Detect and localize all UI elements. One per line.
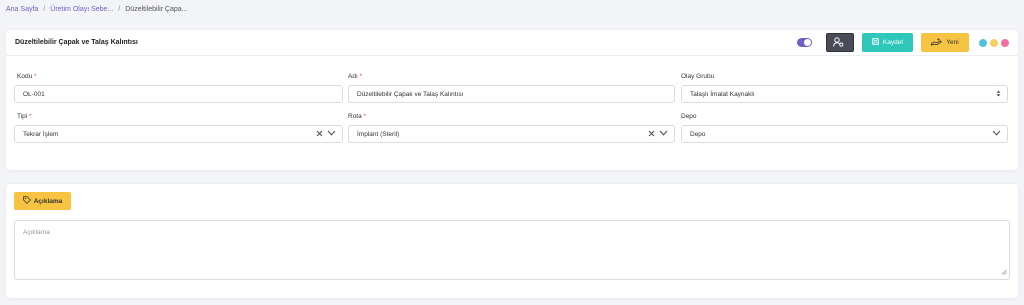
- sort-arrows-icon: [996, 90, 1001, 99]
- tipi-label-text: Tipi: [17, 113, 28, 120]
- depo-select[interactable]: Depo: [681, 125, 1008, 143]
- save-label: Kaydet: [882, 39, 904, 46]
- chevron-down-icon[interactable]: [659, 130, 668, 138]
- required-marker: *: [34, 73, 37, 80]
- adi-input[interactable]: Düzeltilebilir Çapak ve Talaş Kalıntısı: [348, 85, 675, 103]
- new-label: Yeni: [946, 39, 959, 46]
- kodu-label-text: Kodu: [17, 73, 33, 80]
- clear-icon[interactable]: [316, 130, 323, 139]
- pink-dot-button[interactable]: [1001, 39, 1009, 47]
- olay-grubu-label-text: Olay Grubu: [681, 73, 715, 80]
- save-button[interactable]: Kaydet: [862, 33, 913, 52]
- kodu-input[interactable]: OL-001: [14, 85, 343, 103]
- adi-value: Düzeltilebilir Çapak ve Talaş Kalıntısı: [357, 90, 464, 98]
- chevron-down-icon[interactable]: [992, 130, 1001, 138]
- depo-value: Depo: [690, 130, 706, 138]
- floppy-icon: [871, 38, 883, 47]
- breadcrumb-separator: /: [43, 6, 46, 13]
- chevron-down-icon[interactable]: [327, 130, 336, 138]
- form-card: Düzeltilebilir Çapak ve Talaş Kalıntısı: [6, 30, 1018, 170]
- required-marker: *: [359, 73, 363, 80]
- kodu-value: OL-001: [23, 90, 45, 98]
- resize-handle-icon[interactable]: [1001, 269, 1007, 277]
- description-textarea[interactable]: Açıklama: [14, 220, 1010, 280]
- tipi-label: Tipi *: [17, 113, 32, 120]
- kodu-label: Kodu *: [17, 73, 37, 80]
- description-button[interactable]: Açıklama: [14, 192, 71, 210]
- required-marker: *: [29, 113, 32, 120]
- clear-icon[interactable]: [648, 130, 655, 139]
- status-toggle[interactable]: [797, 38, 812, 47]
- description-card: Açıklama Açıklama: [6, 184, 1018, 298]
- new-button[interactable]: Yeni: [921, 33, 969, 52]
- olay-grubu-value: Talaşlı İmalat Kaynaklı: [690, 90, 755, 98]
- depo-label-text: Depo: [681, 113, 697, 120]
- required-marker: *: [363, 113, 367, 120]
- yellow-dot-button[interactable]: [990, 39, 998, 47]
- rota-label: Rota *: [348, 113, 366, 120]
- rota-value: İmplant (Steril): [357, 130, 400, 138]
- adi-label: Adı *: [348, 73, 362, 80]
- breadcrumb-current: Düzeltilebilir Çapa...: [125, 6, 188, 13]
- rota-label-text: Rota: [348, 113, 362, 120]
- depo-label: Depo: [681, 113, 697, 120]
- breadcrumb-separator: /: [118, 6, 121, 13]
- olay-grubu-label: Olay Grubu: [681, 73, 714, 80]
- breadcrumb-home[interactable]: Ana Sayfa: [6, 6, 38, 13]
- breadcrumb: Ana Sayfa / Üretim Olayı Sebe... / Düzel…: [6, 6, 188, 13]
- olay-grubu-select[interactable]: Talaşlı İmalat Kaynaklı: [681, 85, 1008, 103]
- user-gear-icon: [832, 36, 848, 49]
- teal-dot-button[interactable]: [979, 39, 987, 47]
- card-header: Düzeltilebilir Çapak ve Talaş Kalıntısı: [6, 30, 1018, 56]
- hand-plus-icon: [931, 37, 946, 48]
- adi-label-text: Adı: [348, 73, 358, 80]
- description-button-label: Açıklama: [33, 197, 63, 205]
- description-placeholder: Açıklama: [23, 229, 50, 236]
- page-title: Düzeltilebilir Çapak ve Talaş Kalıntısı: [15, 39, 138, 46]
- tag-icon: [22, 196, 34, 206]
- breadcrumb-parent[interactable]: Üretim Olayı Sebe...: [50, 6, 113, 13]
- tipi-value: Tekrar İşlem: [23, 130, 59, 138]
- rota-select[interactable]: İmplant (Steril): [348, 125, 675, 143]
- user-settings-button[interactable]: [826, 33, 854, 52]
- toggle-knob: [804, 39, 811, 46]
- tipi-select[interactable]: Tekrar İşlem: [14, 125, 343, 143]
